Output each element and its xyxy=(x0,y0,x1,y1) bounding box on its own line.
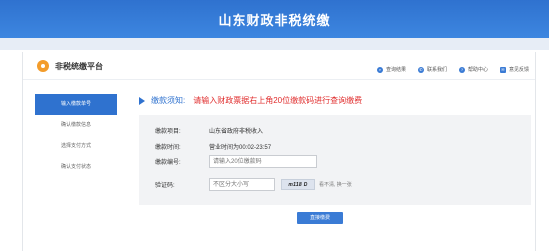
top-banner: 山东财政非税统缴 xyxy=(0,0,549,38)
item-value: 山东省政府非税收入 xyxy=(209,129,264,135)
link-feedback[interactable]: ✉ 意见反馈 xyxy=(499,66,529,73)
captcha-refresh-link[interactable]: 看不清, 换一张 xyxy=(319,181,352,188)
row-payment-item: 缴款项目: 山东省政府非税收入 xyxy=(155,126,263,135)
help-icon: ? xyxy=(458,66,465,73)
sidebar-item-enter-code[interactable]: 输入缴款单号 xyxy=(35,94,117,115)
header-band xyxy=(0,38,549,50)
captcha-label: 验证码: xyxy=(155,183,175,189)
step-sidebar: 输入缴款单号 确认缴款信息 选择支付方式 确认支付状态 xyxy=(35,94,117,178)
search-icon: ⌕ xyxy=(376,66,383,73)
row-payment-code: 缴款编号: xyxy=(155,155,317,168)
time-value: 营业时间为00:02-23:57 xyxy=(209,145,272,151)
top-links: ⌕ 查询结果 ✆ 联系我们 ? 帮助中心 ✉ 意见反馈 xyxy=(376,66,529,73)
link-label: 查询结果 xyxy=(385,67,406,73)
phone-icon: ✆ xyxy=(417,66,424,73)
captcha-input[interactable] xyxy=(209,178,275,191)
arrow-right-icon xyxy=(139,96,145,105)
link-help-center[interactable]: ? 帮助中心 xyxy=(458,66,488,73)
main-panel: 非税统缴平台 ⌕ 查询结果 ✆ 联系我们 ? 帮助中心 ✉ 意见反馈 输入缴款单… xyxy=(22,52,536,251)
notice-label: 缴款须知: xyxy=(151,96,186,105)
payment-notice: 缴款须知: 请输入财政票据右上角20位缴款码进行查询缴费 xyxy=(139,95,362,106)
submit-payment-button[interactable]: 直接缴费 xyxy=(297,212,343,224)
link-label: 意见反馈 xyxy=(508,67,529,73)
link-label: 联系我们 xyxy=(426,67,447,73)
time-label: 缴款时间: xyxy=(155,145,181,151)
link-query-results[interactable]: ⌕ 查询结果 xyxy=(376,66,406,73)
sidebar-item-confirm-info[interactable]: 确认缴款信息 xyxy=(35,115,117,136)
notice-message: 请输入财政票据右上角20位缴款码进行查询缴费 xyxy=(193,96,363,105)
payment-form: 缴款项目: 山东省政府非税收入 缴款时间: 营业时间为00:02-23:57 缴… xyxy=(139,115,531,205)
panel-header: 非税统缴平台 ⌕ 查询结果 ✆ 联系我们 ? 帮助中心 ✉ 意见反馈 xyxy=(23,52,535,80)
site-title: 山东财政非税统缴 xyxy=(218,12,331,28)
payment-code-input[interactable] xyxy=(209,155,317,168)
link-label: 帮助中心 xyxy=(467,67,488,73)
feedback-icon: ✉ xyxy=(499,66,506,73)
row-captcha: 验证码: m118 D 看不清, 换一张 xyxy=(155,178,352,191)
row-payment-time: 缴款时间: 营业时间为00:02-23:57 xyxy=(155,142,271,151)
code-label: 缴款编号: xyxy=(155,160,181,166)
sidebar-item-payment-status[interactable]: 确认支付状态 xyxy=(35,157,117,178)
platform-name: 非税统缴平台 xyxy=(55,62,103,71)
sidebar-item-payment-method[interactable]: 选择支付方式 xyxy=(35,136,117,157)
link-contact-us[interactable]: ✆ 联系我们 xyxy=(417,66,447,73)
item-label: 缴款项目: xyxy=(155,129,181,135)
captcha-image[interactable]: m118 D xyxy=(281,179,315,190)
platform-logo-icon xyxy=(37,60,49,72)
